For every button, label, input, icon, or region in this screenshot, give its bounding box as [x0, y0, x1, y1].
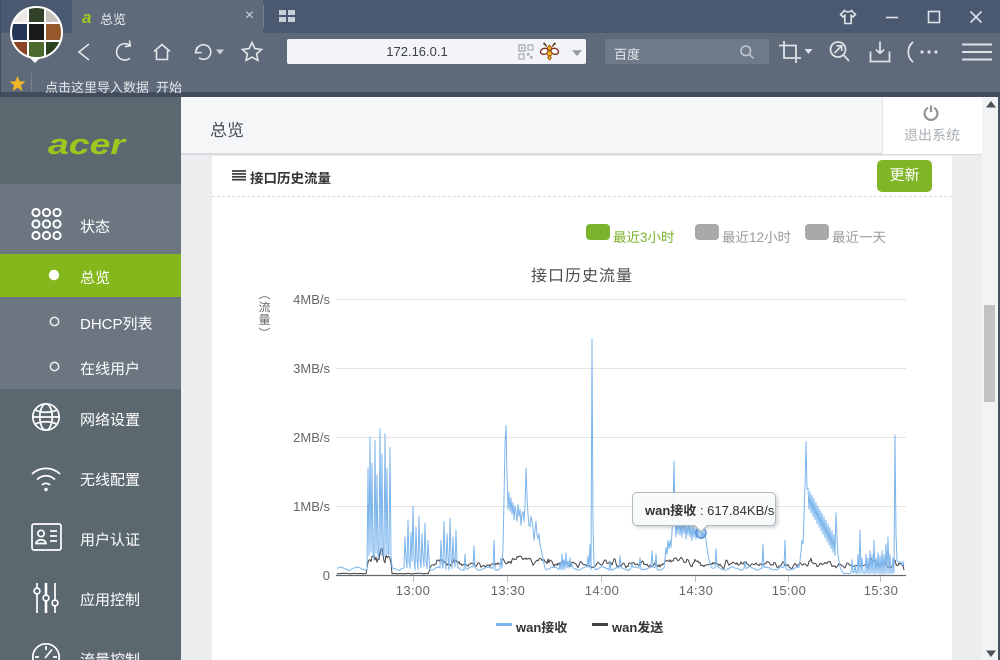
svg-text:a: a: [82, 8, 91, 27]
svg-text:acer: acer: [48, 129, 127, 161]
